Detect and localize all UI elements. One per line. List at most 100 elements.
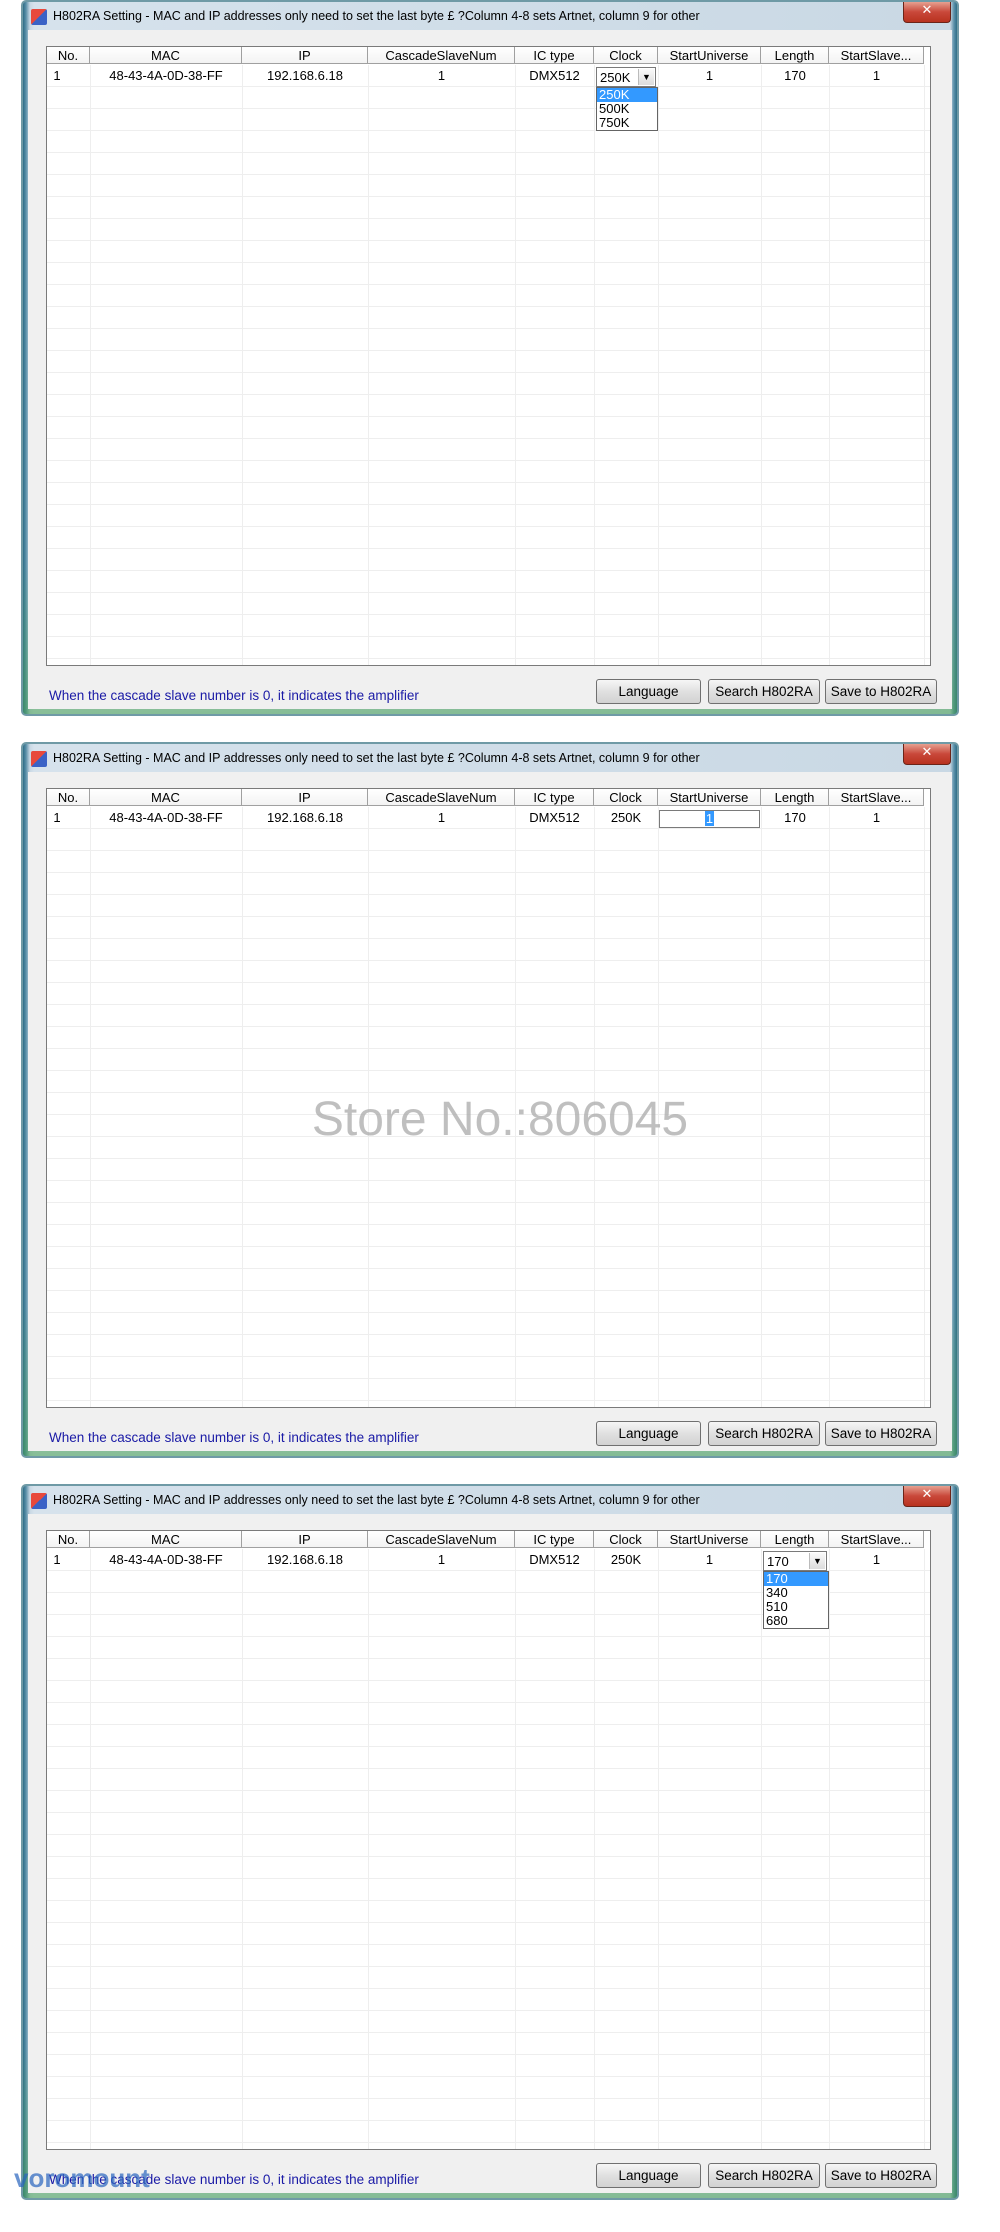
search-h802ra-button[interactable]: Search H802RA	[708, 2163, 820, 2188]
grid-line	[47, 872, 930, 873]
close-button[interactable]: ✕	[903, 1486, 951, 1507]
amplifier-note: When the cascade slave number is 0, it i…	[49, 688, 419, 703]
start-universe-edit-value: 1	[704, 811, 715, 826]
column-header-ip[interactable]: IP	[242, 47, 368, 64]
grid-line	[761, 65, 762, 665]
start-universe-edit[interactable]: 1	[659, 810, 760, 828]
cell-start-universe[interactable]: 1	[658, 1550, 761, 1570]
column-header-no[interactable]: No.	[47, 47, 90, 64]
language-button[interactable]: Language	[596, 679, 701, 704]
grid-line	[47, 2076, 930, 2077]
grid-line	[47, 548, 930, 549]
column-header-ic-type[interactable]: IC type	[515, 47, 594, 64]
dropdown-option[interactable]: 750K	[597, 116, 657, 130]
language-button[interactable]: Language	[596, 1421, 701, 1446]
column-header-cascade[interactable]: CascadeSlaveNum	[368, 789, 515, 806]
cell-mac[interactable]: 48-43-4A-0D-38-FF	[90, 808, 242, 828]
cell-cascade[interactable]: 1	[368, 66, 515, 86]
clock-combobox[interactable]: 250K ▼	[596, 67, 656, 87]
column-header-mac[interactable]: MAC	[90, 789, 242, 806]
column-header-mac[interactable]: MAC	[90, 47, 242, 64]
cell-start-slave[interactable]: 1	[829, 808, 924, 828]
length-combobox[interactable]: 170 ▼	[763, 1551, 827, 1571]
column-header-clock[interactable]: Clock	[594, 1531, 658, 1548]
cell-ic-type[interactable]: DMX512	[515, 1550, 594, 1570]
cell-cascade[interactable]: 1	[368, 808, 515, 828]
column-header-no[interactable]: No.	[47, 1531, 90, 1548]
chevron-down-icon[interactable]: ▼	[809, 1553, 825, 1569]
column-header-start-universe[interactable]: StartUniverse	[658, 47, 761, 64]
save-to-h802ra-button[interactable]: Save to H802RA	[825, 679, 937, 704]
column-header-mac[interactable]: MAC	[90, 1531, 242, 1548]
clock-dropdown-list[interactable]: 250K 500K 750K	[596, 87, 658, 131]
close-button[interactable]: ✕	[903, 2, 951, 23]
cell-start-universe[interactable]: 1	[658, 66, 761, 86]
save-to-h802ra-button[interactable]: Save to H802RA	[825, 2163, 937, 2188]
cell-cascade[interactable]: 1	[368, 1550, 515, 1570]
length-dropdown-list[interactable]: 170 340 510 680	[763, 1571, 829, 1629]
cell-ip[interactable]: 192.168.6.18	[242, 1550, 368, 1570]
grid-line	[47, 1658, 930, 1659]
chevron-down-icon[interactable]: ▼	[638, 69, 654, 85]
device-table[interactable]: No. MAC IP CascadeSlaveNum IC type Clock…	[46, 1530, 931, 2150]
column-header-start-slave[interactable]: StartSlave...	[829, 789, 924, 806]
grid-line	[47, 592, 930, 593]
cell-length[interactable]: 170	[761, 808, 829, 828]
cell-no[interactable]: 1	[47, 808, 67, 828]
column-header-clock[interactable]: Clock	[594, 789, 658, 806]
title-bar[interactable]: H802RA Setting - MAC and IP addresses on…	[23, 1486, 957, 1514]
grid-line	[658, 807, 659, 1407]
column-header-ic-type[interactable]: IC type	[515, 1531, 594, 1548]
grid-line	[47, 306, 930, 307]
device-table[interactable]: No. MAC IP CascadeSlaveNum IC type Clock…	[46, 46, 931, 666]
dropdown-option[interactable]: 170	[764, 1572, 828, 1586]
app-icon	[31, 1493, 47, 1509]
title-bar[interactable]: H802RA Setting - MAC and IP addresses on…	[23, 2, 957, 30]
cell-no[interactable]: 1	[47, 66, 67, 86]
cell-no[interactable]: 1	[47, 1550, 67, 1570]
column-header-start-universe[interactable]: StartUniverse	[658, 789, 761, 806]
cell-mac[interactable]: 48-43-4A-0D-38-FF	[90, 1550, 242, 1570]
language-button[interactable]: Language	[596, 2163, 701, 2188]
grid-line	[47, 1004, 930, 1005]
cell-clock[interactable]: 250K	[594, 808, 658, 828]
grid-line	[47, 130, 930, 131]
column-header-no[interactable]: No.	[47, 789, 90, 806]
column-header-start-slave[interactable]: StartSlave...	[829, 1531, 924, 1548]
column-header-length[interactable]: Length	[761, 789, 829, 806]
save-to-h802ra-button[interactable]: Save to H802RA	[825, 1421, 937, 1446]
window-title: H802RA Setting - MAC and IP addresses on…	[53, 751, 700, 765]
search-h802ra-button[interactable]: Search H802RA	[708, 1421, 820, 1446]
cell-ic-type[interactable]: DMX512	[515, 66, 594, 86]
search-h802ra-button[interactable]: Search H802RA	[708, 679, 820, 704]
cell-ip[interactable]: 192.168.6.18	[242, 808, 368, 828]
cell-start-slave[interactable]: 1	[829, 66, 924, 86]
column-header-ip[interactable]: IP	[242, 1531, 368, 1548]
dropdown-option[interactable]: 340	[764, 1586, 828, 1600]
column-header-length[interactable]: Length	[761, 47, 829, 64]
cell-ic-type[interactable]: DMX512	[515, 808, 594, 828]
cell-length[interactable]: 170	[761, 66, 829, 86]
column-header-start-universe[interactable]: StartUniverse	[658, 1531, 761, 1548]
column-header-ic-type[interactable]: IC type	[515, 789, 594, 806]
column-header-ip[interactable]: IP	[242, 789, 368, 806]
device-table[interactable]: No. MAC IP CascadeSlaveNum IC type Clock…	[46, 788, 931, 1408]
dropdown-option[interactable]: 250K	[597, 88, 657, 102]
grid-line	[368, 65, 369, 665]
column-header-cascade[interactable]: CascadeSlaveNum	[368, 1531, 515, 1548]
dropdown-option[interactable]: 680	[764, 1614, 828, 1628]
column-header-start-slave[interactable]: StartSlave...	[829, 47, 924, 64]
column-header-cascade[interactable]: CascadeSlaveNum	[368, 47, 515, 64]
column-header-length[interactable]: Length	[761, 1531, 829, 1548]
dropdown-option[interactable]: 510	[764, 1600, 828, 1614]
close-button[interactable]: ✕	[903, 744, 951, 765]
cell-clock[interactable]: 250K	[594, 1550, 658, 1570]
grid-line	[47, 1048, 930, 1049]
cell-ip[interactable]: 192.168.6.18	[242, 66, 368, 86]
cell-start-slave[interactable]: 1	[829, 1550, 924, 1570]
column-header-clock[interactable]: Clock	[594, 47, 658, 64]
title-bar[interactable]: H802RA Setting - MAC and IP addresses on…	[23, 744, 957, 772]
dropdown-option[interactable]: 500K	[597, 102, 657, 116]
cell-mac[interactable]: 48-43-4A-0D-38-FF	[90, 66, 242, 86]
grid-line	[47, 1724, 930, 1725]
